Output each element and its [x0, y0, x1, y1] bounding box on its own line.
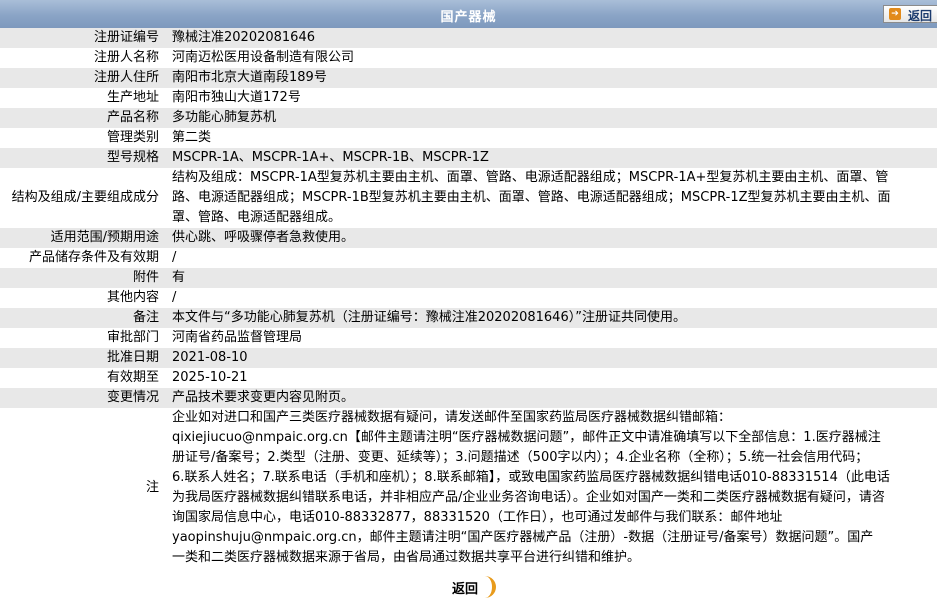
table-row: 产品名称 多功能心肺复苏机: [0, 108, 937, 128]
field-label: 有效期至: [106, 370, 159, 385]
field-value-line: 6.联系人姓名；7.联系电话（手机和座机）；8.联系邮箱】，或致电国家药监局医疗…: [172, 470, 890, 485]
table-row: 批准日期 2021-08-10: [0, 348, 937, 368]
field-value: 豫械注准20202081646: [172, 30, 315, 45]
field-value-line: 路、电源适配器组成；MSCPR-1B型复苏机主要由主机、面罩、管路、电源适配器组…: [172, 190, 891, 205]
field-label: 注册证编号: [93, 30, 159, 45]
table-row: 审批部门 河南省药品监督管理局: [0, 328, 937, 348]
table-row: 注册证编号 豫械注准20202081646: [0, 28, 937, 48]
table-row: 管理类别 第二类: [0, 128, 937, 148]
return-arrow-icon: [480, 576, 496, 598]
field-value-line: 询国家局信息中心，电话010-88332877，88331520（工作日），也可…: [172, 510, 783, 525]
field-value-line: 为我局医疗器械数据纠错联系电话，并非相应产品/企业业务咨询电话）。企业如对国产一…: [172, 490, 885, 505]
field-value: 有: [172, 270, 186, 285]
field-value: 产品技术要求变更内容见附页。: [172, 390, 355, 405]
detail-table: 注册证编号 豫械注准20202081646 注册人名称 河南迈松医用设备制造有限公司注…: [0, 28, 937, 568]
field-value: /: [172, 290, 177, 305]
field-label: 备注: [132, 310, 159, 325]
field-value: 南阳市北京大道南段189号: [172, 70, 327, 85]
table-row: 生产地址 南阳市独山大道172号: [0, 88, 937, 108]
field-value: 南阳市独山大道172号: [172, 90, 301, 105]
field-label: 生产地址: [106, 90, 159, 105]
table-row: 注册人名称 河南迈松医用设备制造有限公司: [0, 48, 937, 68]
field-label: 结构及组成/主要组成成分: [11, 190, 159, 205]
field-label: 产品储存条件及有效期: [28, 250, 159, 265]
field-label: 注册人住所: [93, 70, 159, 85]
field-value: 第二类: [172, 130, 212, 145]
field-value: 河南省药品监督管理局: [172, 330, 303, 345]
field-label: 管理类别: [106, 130, 159, 145]
field-label: 型号规格: [106, 150, 159, 165]
back-button-label: 返回: [908, 9, 933, 23]
field-value: /: [172, 250, 177, 265]
field-value: 本文件与“多功能心肺复苏机（注册证编号：豫械注准20202081646）”注册证…: [172, 310, 686, 325]
field-value: 多功能心肺复苏机: [172, 110, 277, 125]
field-value-line: 罩、管路、电源适配器组成。: [172, 210, 342, 225]
table-row: 备注 本文件与“多功能心肺复苏机（注册证编号：豫械注准20202081646）”注…: [0, 308, 937, 328]
table-row: 变更情况 产品技术要求变更内容见附页。: [0, 388, 937, 408]
header-bar: 国产器械 ➔ 返回: [0, 0, 937, 29]
field-value: 2021-08-10: [172, 350, 248, 365]
field-value: MSCPR-1A、MSCPR-1A+、MSCPR-1B、MSCPR-1Z: [172, 150, 489, 165]
table-row: 结构及组成/主要组成成分 结构及组成：MSCPR-1A型复苏机主要由主机、面罩、管…: [0, 168, 937, 228]
field-value-line: 结构及组成：MSCPR-1A型复苏机主要由主机、面罩、管路、电源适配器组成；MS…: [172, 170, 889, 185]
table-row: 适用范围/预期用途 供心跳、呼吸骤停者急救使用。: [0, 228, 937, 248]
field-value: 供心跳、呼吸骤停者急救使用。: [172, 230, 355, 245]
field-label: 适用范围/预期用途: [50, 230, 159, 245]
field-value: 河南迈松医用设备制造有限公司: [172, 50, 355, 65]
field-value-line: 企业如对进口和国产三类医疗器械数据有疑问，请发送邮件至国家药监局医疗器械数据纠错…: [172, 410, 732, 425]
footer-back-label: 返回: [452, 582, 479, 597]
field-value: 企业如对进口和国产三类医疗器械数据有疑问，请发送邮件至国家药监局医疗器械数据纠错…: [164, 408, 937, 568]
field-label: 注: [145, 480, 159, 495]
table-row: 产品储存条件及有效期 /: [0, 248, 937, 268]
field-value-line: qixiejiucuo@nmpaic.org.cn【邮件主题请注明“医疗器械数据…: [172, 430, 881, 445]
table-row: 有效期至 2025-10-21: [0, 368, 937, 388]
arrow-right-icon: ➔: [889, 8, 901, 20]
field-label: 产品名称: [106, 110, 159, 125]
table-row: 其他内容 /: [0, 288, 937, 308]
field-label: 变更情况: [106, 390, 159, 405]
field-value-line: yaopinshuju@nmpaic.org.cn，邮件主题请注明“国产医疗器械…: [172, 530, 874, 545]
field-value-line: 一类和二类医疗器械数据来源于省局，由省局通过数据共享平台进行纠错和维护。: [172, 550, 641, 565]
field-value: 结构及组成：MSCPR-1A型复苏机主要由主机、面罩、管路、电源适配器组成；MS…: [164, 168, 937, 228]
table-row: 注册人住所 南阳市北京大道南段189号: [0, 68, 937, 88]
back-button[interactable]: ➔ 返回: [883, 5, 937, 23]
field-label: 审批部门: [106, 330, 159, 345]
field-label: 附件: [132, 270, 159, 285]
page-title: 国产器械: [440, 10, 497, 25]
footer-back-button[interactable]: 返回: [450, 574, 498, 598]
table-row: 注 企业如对进口和国产三类医疗器械数据有疑问，请发送邮件至国家药监局医疗器械数据纠…: [0, 408, 937, 568]
field-label: 其他内容: [106, 290, 159, 305]
table-row: 型号规格 MSCPR-1A、MSCPR-1A+、MSCPR-1B、MSCPR-1Z: [0, 148, 937, 168]
table-row: 附件有: [0, 268, 937, 288]
field-value: 2025-10-21: [172, 370, 248, 385]
field-label: 注册人名称: [93, 50, 159, 65]
field-label: 批准日期: [106, 350, 159, 365]
field-value-line: 册证号/备案号；2.类型（注册、变更、延续等）；3.问题描述（500字以内）；4…: [172, 450, 869, 465]
